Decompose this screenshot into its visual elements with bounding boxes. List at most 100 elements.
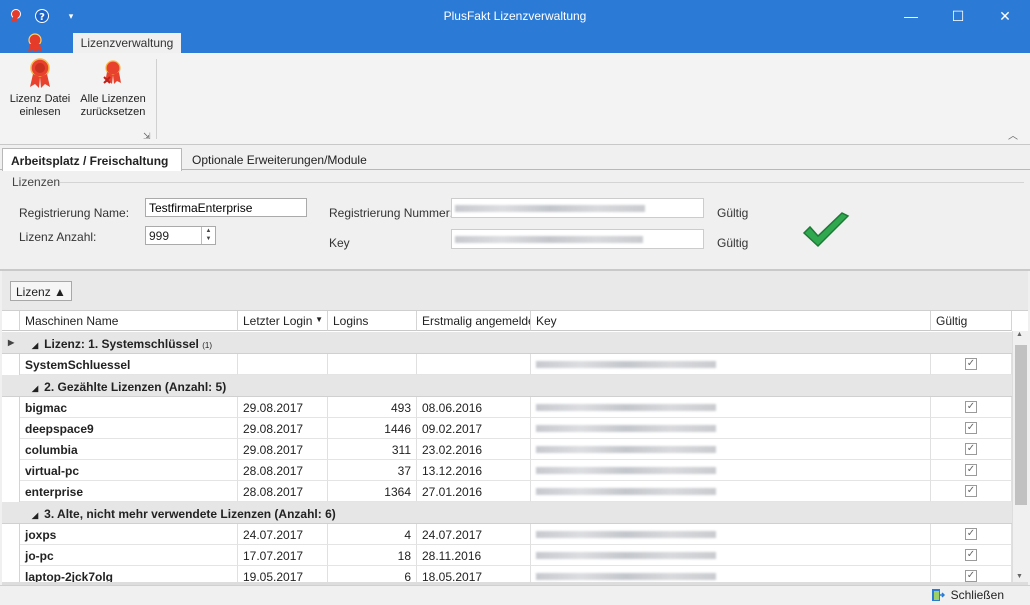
group-expand-icon[interactable]: ◢: [32, 384, 38, 393]
page-tabs: Arbeitsplatz / Freischaltung Optionale E…: [0, 146, 1030, 171]
col-header-key[interactable]: Key: [531, 311, 931, 331]
reg-number-status: Gültig: [717, 206, 749, 220]
group-expand-icon[interactable]: ◢: [32, 341, 38, 350]
license-count-value: 999: [149, 229, 170, 243]
window-title: PlusFakt Lizenzverwaltung: [443, 9, 587, 23]
cell-key: [531, 566, 931, 582]
license-form-panel: Lizenzen: [0, 171, 1030, 269]
table-row[interactable]: joxps 24.07.2017 4 24.07.2017 ✓: [2, 524, 1012, 545]
table-row[interactable]: SystemSchluessel ✓: [2, 354, 1012, 375]
redacted-key: [536, 552, 716, 559]
application-menu-button[interactable]: [0, 32, 70, 53]
cell-name: enterprise: [20, 481, 238, 502]
cell-logins: [328, 354, 417, 375]
group-by-lizenz-chip[interactable]: Lizenz ▲: [10, 281, 72, 301]
col-header-machine-name[interactable]: Maschinen Name: [20, 311, 238, 331]
row-indicator: [2, 397, 20, 418]
table-row[interactable]: bigmac 29.08.2017 493 08.06.2016 ✓: [2, 397, 1012, 418]
reset-licenses-label-1: Alle Lizenzen: [80, 93, 146, 105]
cell-key: [531, 524, 931, 545]
exit-door-icon: [931, 589, 945, 601]
cell-logins: 37: [328, 460, 417, 481]
status-bar: Schließen: [0, 585, 1030, 605]
valid-checkbox[interactable]: ✓: [965, 358, 977, 370]
table-row[interactable]: columbia 29.08.2017 311 23.02.2016 ✓: [2, 439, 1012, 460]
table-row[interactable]: virtual-pc 28.08.2017 37 13.12.2016 ✓: [2, 460, 1012, 481]
reg-number-field[interactable]: [451, 198, 704, 218]
cell-name: jo-pc: [20, 545, 238, 566]
group-divider: [60, 182, 1024, 183]
cell-key: [531, 418, 931, 439]
header-indicator: [2, 311, 20, 331]
stepper-arrows-icon[interactable]: ▲ ▼: [201, 227, 215, 244]
close-app-button[interactable]: Schließen: [931, 588, 1004, 602]
cell-login: 24.07.2017: [238, 524, 328, 545]
valid-checkbox[interactable]: ✓: [965, 443, 977, 455]
cell-name: columbia: [20, 439, 238, 460]
minimize-button[interactable]: —: [888, 0, 934, 32]
license-count-stepper[interactable]: 999 ▲ ▼: [145, 226, 216, 245]
reset-licenses-label-2: zurücksetzen: [80, 106, 146, 118]
table-row[interactable]: jo-pc 17.07.2017 18 28.11.2016 ✓: [2, 545, 1012, 566]
close-app-label: Schließen: [950, 588, 1004, 602]
close-button[interactable]: ✕: [982, 0, 1028, 32]
vertical-scrollbar[interactable]: ▲ ▼: [1012, 331, 1028, 582]
cell-key: [531, 545, 931, 566]
row-indicator: [2, 524, 20, 545]
cell-valid: ✓: [931, 354, 1012, 375]
cell-first: 08.06.2016: [417, 397, 531, 418]
table-row[interactable]: enterprise 28.08.2017 1364 27.01.2016 ✓: [2, 481, 1012, 502]
valid-checkbox[interactable]: ✓: [965, 485, 977, 497]
valid-checkbox[interactable]: ✓: [965, 464, 977, 476]
scroll-down-icon[interactable]: ▼: [1016, 573, 1023, 580]
ribbon-tab-strip: Lizenzverwaltung: [0, 32, 1030, 53]
cell-first: 24.07.2017: [417, 524, 531, 545]
read-license-file-button[interactable]: Lizenz Datei einlesen: [8, 57, 72, 119]
reg-name-input[interactable]: [145, 198, 307, 217]
col-header-last-login-text: Letzter Login: [243, 314, 313, 328]
table-row[interactable]: deepspace9 29.08.2017 1446 09.02.2017 ✓: [2, 418, 1012, 439]
tab-arbeitsplatz[interactable]: Arbeitsplatz / Freischaltung: [2, 148, 182, 171]
row-indicator: [2, 418, 20, 439]
key-label: Key: [329, 236, 350, 250]
cell-first: 09.02.2017: [417, 418, 531, 439]
collapse-ribbon-icon[interactable]: ︿: [1008, 127, 1018, 142]
reset-all-licenses-button[interactable]: Alle Lizenzen zurücksetzen: [80, 57, 146, 119]
valid-checkbox[interactable]: ✓: [965, 422, 977, 434]
group-row[interactable]: ◢ 3. Alte, nicht mehr verwendete Lizenzen…: [2, 502, 1012, 524]
valid-checkmark-icon: [802, 212, 850, 248]
dialog-launcher-icon[interactable]: ⇲: [143, 131, 151, 142]
group-title: 2. Gezählte Lizenzen (Anzahl: 5): [44, 380, 227, 394]
valid-checkbox[interactable]: ✓: [965, 570, 977, 582]
ribbon-award-icon: [28, 32, 42, 52]
valid-checkbox[interactable]: ✓: [965, 549, 977, 561]
valid-checkbox[interactable]: ✓: [965, 401, 977, 413]
tab-optionale-erweiterungen[interactable]: Optionale Erweiterungen/Module: [184, 148, 375, 170]
scroll-up-icon[interactable]: ▲: [1016, 331, 1023, 338]
col-header-first-login[interactable]: Erstmalig angemeldet: [417, 311, 531, 331]
col-header-logins[interactable]: Logins: [328, 311, 417, 331]
sort-desc-icon: ▼: [315, 315, 323, 324]
cell-key: [531, 460, 931, 481]
table-row[interactable]: laptop-2jck7olg 19.05.2017 6 18.05.2017 ✓: [2, 566, 1012, 582]
group-row[interactable]: ◢ Lizenz: 1. Systemschlüssel (1) ▶: [2, 332, 1012, 354]
group-expand-icon[interactable]: ◢: [32, 511, 38, 520]
cell-first: 28.11.2016: [417, 545, 531, 566]
maximize-button[interactable]: ☐: [935, 0, 981, 32]
row-indicator: [2, 545, 20, 566]
scrollbar-thumb[interactable]: [1015, 345, 1027, 505]
cell-logins: 18: [328, 545, 417, 566]
cell-first: 27.01.2016: [417, 481, 531, 502]
cell-valid: ✓: [931, 524, 1012, 545]
col-header-valid[interactable]: Gültig: [931, 311, 1012, 331]
tab-lizenzverwaltung[interactable]: Lizenzverwaltung: [73, 33, 181, 53]
col-header-last-login[interactable]: Letzter Login ▼: [238, 311, 328, 331]
read-license-label-2: einlesen: [19, 106, 61, 118]
group-row[interactable]: ◢ 2. Gezählte Lizenzen (Anzahl: 5): [2, 375, 1012, 397]
valid-checkbox[interactable]: ✓: [965, 528, 977, 540]
redacted-key: [536, 573, 716, 580]
cell-valid: ✓: [931, 439, 1012, 460]
cell-key: [531, 354, 931, 375]
key-field[interactable]: [451, 229, 704, 249]
row-indicator: [2, 354, 20, 375]
